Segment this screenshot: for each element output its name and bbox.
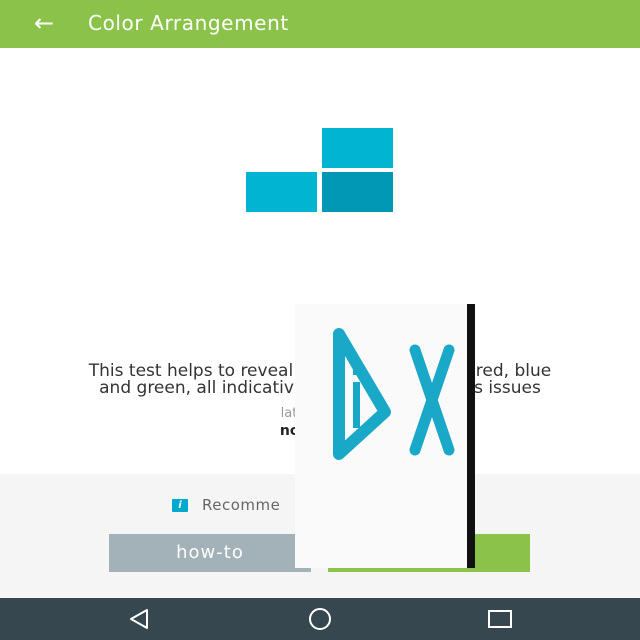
description-line2-left: and green, all indicativ: [99, 378, 294, 398]
color-blocks-icon: [246, 128, 394, 212]
nav-home-button[interactable]: [300, 606, 340, 632]
ad-divider: [467, 304, 475, 568]
arrow-left-icon: ←: [33, 9, 55, 37]
ad-overlay[interactable]: [295, 304, 475, 568]
circle-home-icon: [309, 608, 331, 630]
system-nav-bar: [0, 598, 640, 640]
back-button[interactable]: ←: [26, 8, 62, 40]
logo-block-top-right: [322, 128, 393, 168]
how-to-button[interactable]: how-to: [109, 534, 311, 572]
nav-back-button[interactable]: [120, 606, 160, 632]
recommendation-text: Recomme: [202, 496, 281, 514]
dx-logo-icon: [333, 328, 455, 460]
app-bar: ← Color Arrangement: [0, 0, 640, 48]
page-title: Color Arrangement: [88, 11, 289, 35]
recommendation: i Recomme: [172, 496, 280, 514]
square-recent-icon: [488, 610, 512, 628]
logo-block-bottom-left: [246, 172, 317, 212]
info-icon: i: [172, 498, 188, 512]
nav-recent-button[interactable]: [480, 606, 520, 632]
logo-block-bottom-right: [322, 172, 393, 212]
triangle-back-icon: [130, 609, 148, 629]
